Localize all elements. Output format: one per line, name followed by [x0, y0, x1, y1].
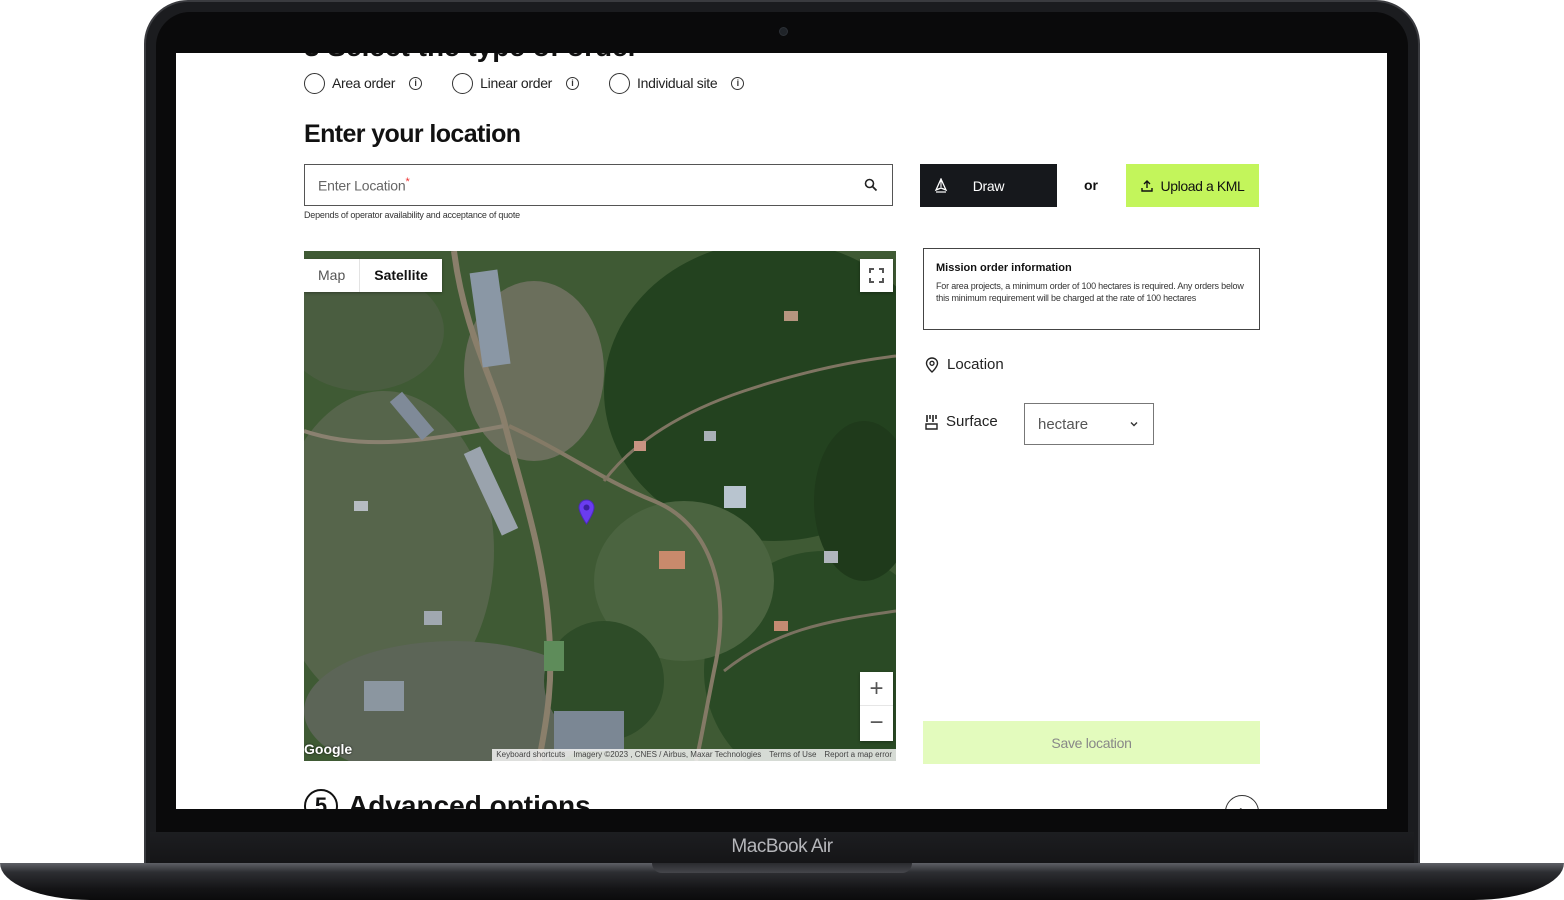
zoom-out-button[interactable]: −: [860, 706, 893, 740]
advanced-options-heading: 5 Advanced options: [304, 789, 591, 809]
info-icon[interactable]: i: [731, 76, 745, 90]
upload-icon: [1140, 179, 1153, 192]
radio-label: Area order: [332, 75, 396, 91]
chevron-down-icon: [1130, 422, 1138, 427]
satellite-map[interactable]: Map Satellite + − Google Keyboard shortc…: [304, 251, 896, 761]
terms-of-use-link[interactable]: Terms of Use: [765, 749, 820, 761]
search-icon[interactable]: [864, 178, 878, 192]
info-icon[interactable]: i: [566, 76, 580, 90]
advanced-options-title: Advanced options: [348, 790, 591, 809]
location-hint: Depends of operator availability and acc…: [304, 210, 520, 220]
mission-info-box: Mission order information For area proje…: [923, 248, 1260, 330]
radio-individual-site[interactable]: Individual site i: [609, 72, 745, 94]
surface-unit-select[interactable]: hectare: [1024, 403, 1154, 445]
imagery-credit: Imagery ©2023 , CNES / Airbus, Maxar Tec…: [573, 750, 762, 759]
draw-button[interactable]: Draw: [920, 164, 1057, 207]
keyboard-shortcuts-link[interactable]: Keyboard shortcuts: [492, 749, 569, 761]
surface-field: Surface: [925, 413, 998, 430]
expand-arrow-icon[interactable]: ›: [1225, 795, 1259, 809]
radio-label: Linear order: [480, 75, 553, 91]
zoom-in-button[interactable]: +: [860, 672, 893, 706]
radio-label: Individual site: [637, 75, 718, 91]
save-location-button[interactable]: Save location: [923, 721, 1260, 764]
map-type-control: Map Satellite: [304, 259, 442, 292]
google-logo: Google: [304, 741, 353, 757]
fullscreen-icon: [869, 268, 884, 283]
map-type-satellite-tab[interactable]: Satellite: [360, 259, 442, 292]
location-section-title: Enter your location: [304, 120, 521, 148]
map-pin-icon: [925, 356, 939, 373]
draw-label: Draw: [972, 177, 1005, 194]
zoom-control: + −: [860, 672, 893, 741]
step-number-badge: 5: [304, 789, 338, 809]
laptop-notch: [652, 863, 912, 873]
upload-kml-button[interactable]: Upload a KML: [1126, 164, 1259, 207]
radio-circle[interactable]: [304, 72, 325, 94]
location-field: Location: [925, 356, 1004, 373]
location-search-input[interactable]: Enter Location*: [304, 164, 893, 206]
radio-linear-order[interactable]: Linear order i: [452, 72, 580, 94]
mission-info-title: Mission order information: [936, 262, 1072, 274]
surface-unit-value: hectare: [1038, 415, 1089, 433]
map-attribution: Keyboard shortcuts Imagery ©2023 , CNES …: [492, 749, 896, 761]
location-label: Location: [947, 356, 1004, 373]
camera-icon: [779, 27, 788, 36]
surface-label: Surface: [946, 413, 998, 430]
app-screen: 3 Select the type of order Area order i …: [176, 53, 1387, 809]
order-type-heading: 3 Select the type of order: [304, 53, 639, 63]
location-placeholder: Enter Location*: [318, 176, 410, 194]
report-map-error-link[interactable]: Report a map error: [820, 749, 896, 761]
upload-kml-label: Upload a KML: [1160, 177, 1245, 194]
radio-circle[interactable]: [609, 72, 631, 94]
order-type-radio-group: Area order i Linear order i Individual s…: [304, 72, 774, 94]
location-pin-icon[interactable]: [578, 499, 595, 525]
map-type-map-tab[interactable]: Map: [304, 259, 361, 292]
mission-info-body: For area projects, a minimum order of 10…: [936, 281, 1244, 303]
radio-area-order[interactable]: Area order i: [304, 72, 423, 94]
or-separator: or: [1084, 177, 1098, 193]
satellite-imagery[interactable]: [304, 251, 896, 761]
fullscreen-button[interactable]: [860, 259, 893, 292]
brand-label: MacBook Air: [731, 836, 833, 857]
info-icon[interactable]: i: [409, 76, 423, 90]
surface-ruler-icon: [925, 414, 938, 430]
radio-circle[interactable]: [452, 72, 474, 94]
